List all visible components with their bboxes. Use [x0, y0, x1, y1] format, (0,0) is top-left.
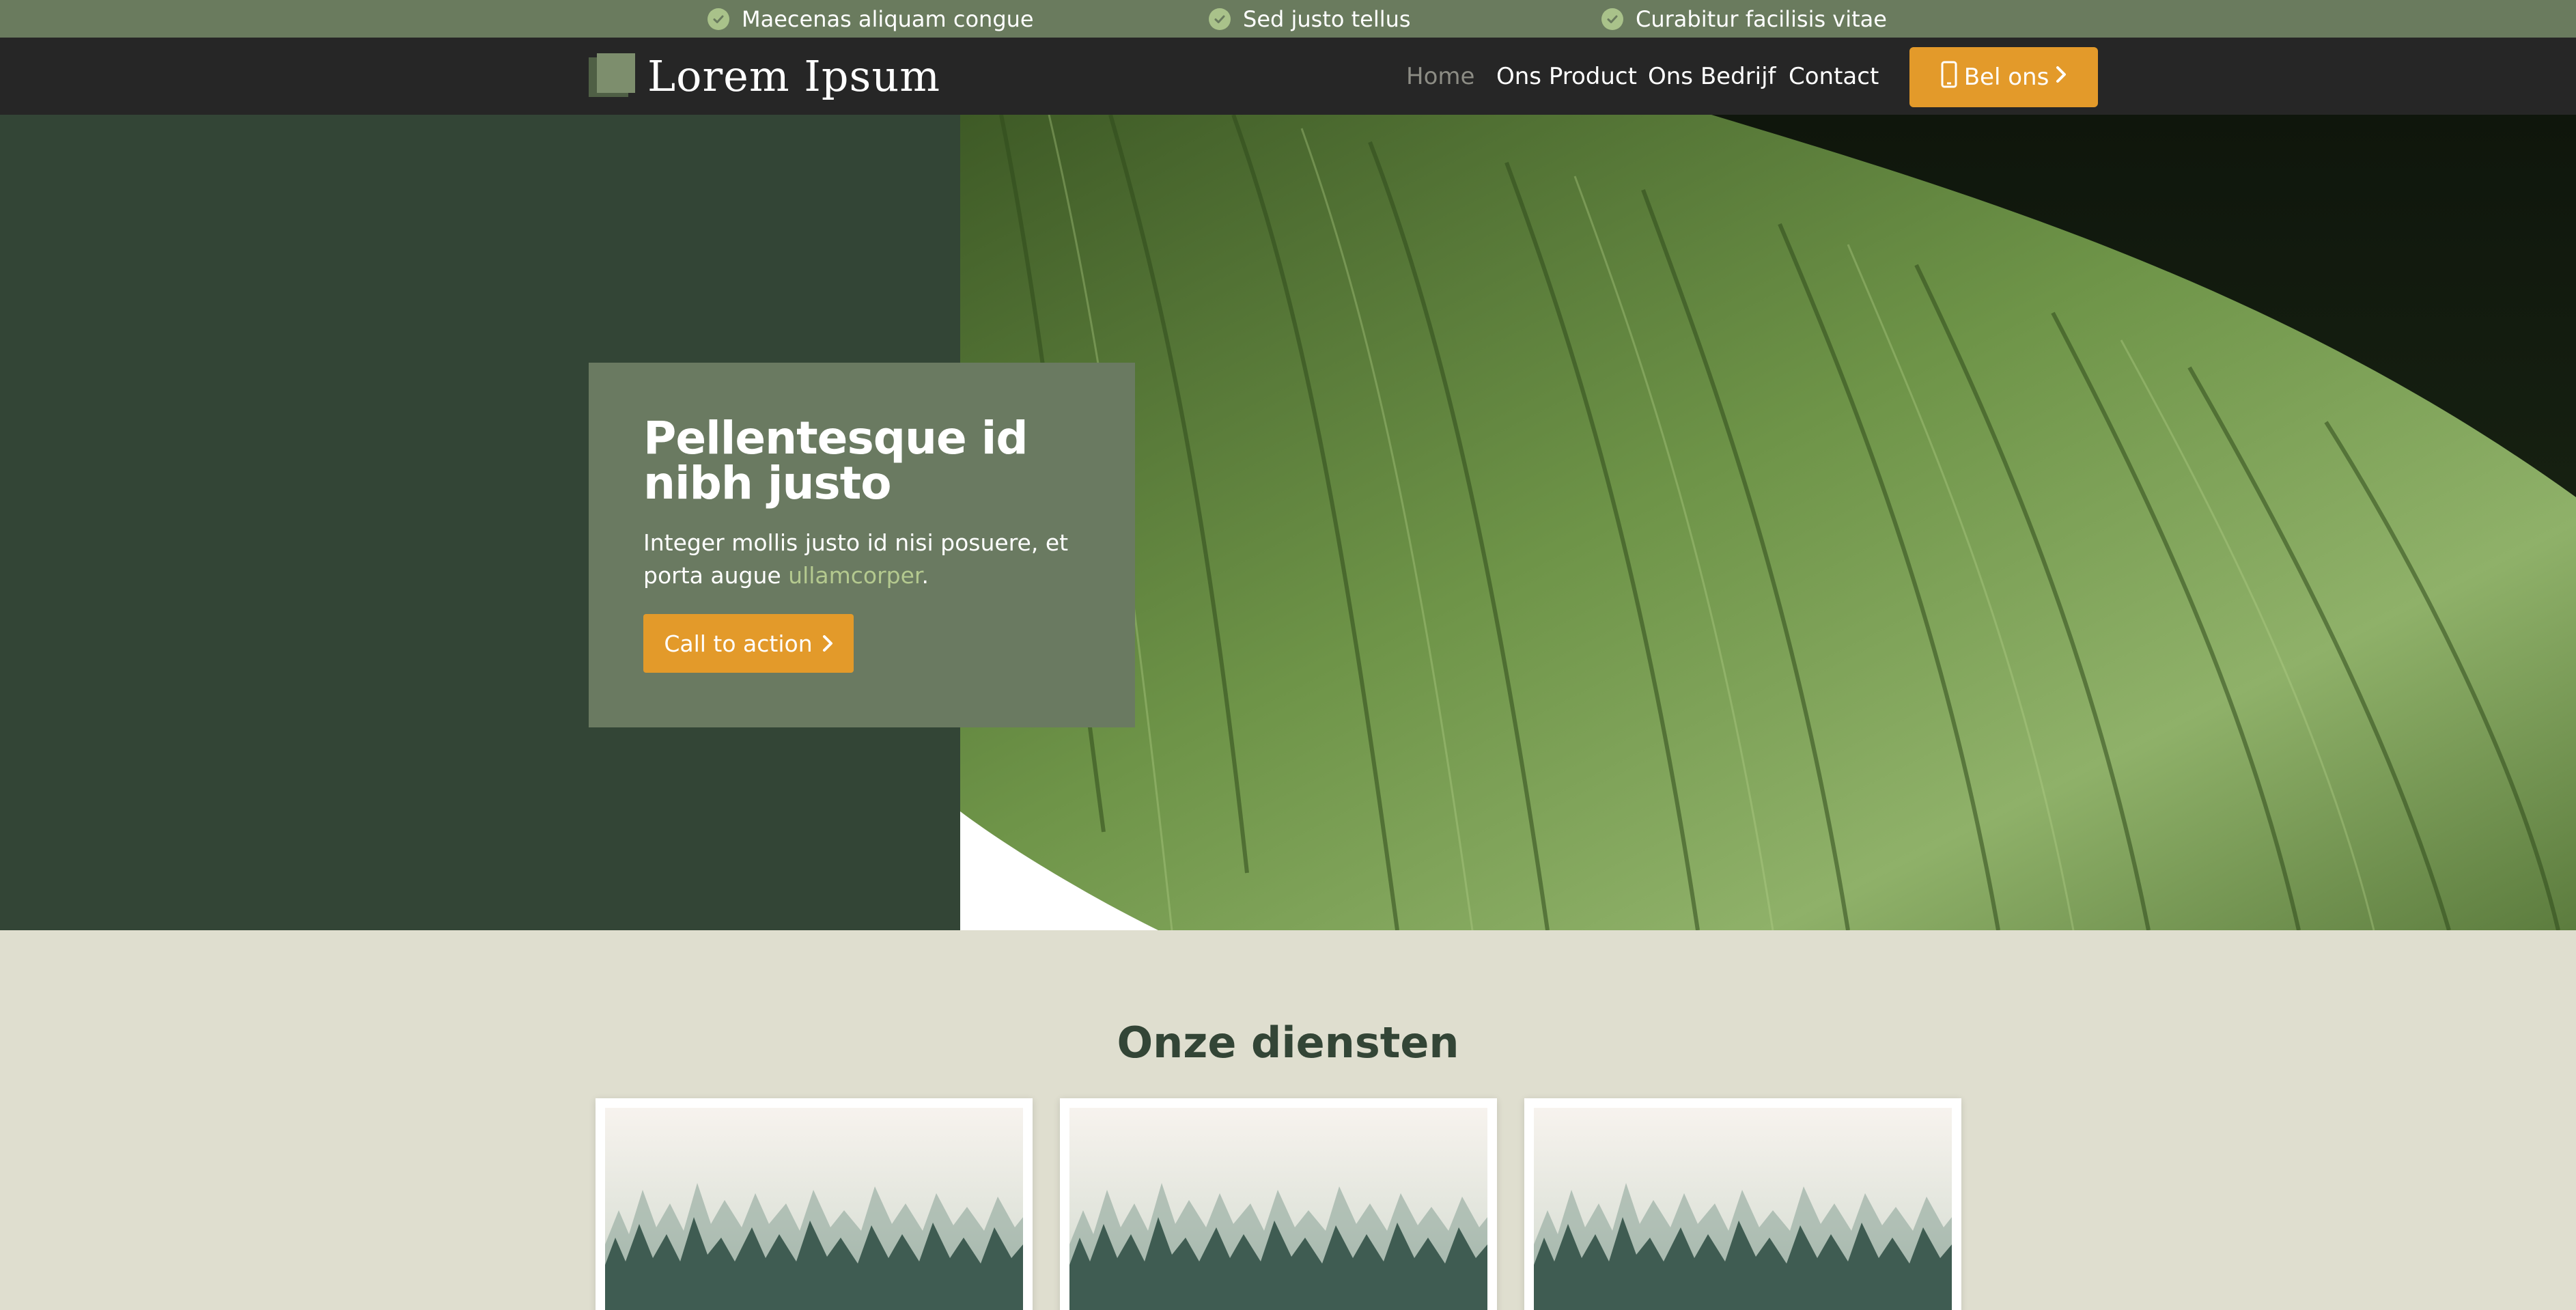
nav-contact[interactable]: Contact [1789, 63, 1879, 90]
leaf-image [960, 115, 2576, 930]
hero-text: Integer mollis justo id nisi posuere, et… [643, 527, 1080, 592]
hero-text-end: . [921, 562, 929, 589]
service-card[interactable] [1524, 1098, 1961, 1310]
call-to-action-button[interactable]: Call to action [643, 614, 854, 673]
check-circle-icon [1601, 8, 1623, 30]
misty-forest-image [1534, 1108, 1952, 1310]
service-card[interactable] [596, 1098, 1033, 1310]
usp-label: Maecenas aliquam congue [742, 5, 1034, 32]
check-circle-icon [708, 8, 729, 30]
chevron-right-icon [2056, 61, 2067, 94]
usp-label: Curabitur facilisis vitae [1636, 5, 1887, 32]
nav-home[interactable]: Home [1406, 63, 1474, 90]
hero-title: Pellentesque id nibh justo [643, 412, 1028, 510]
usp-bar: Maecenas aliquam congue Sed justo tellus… [0, 0, 2576, 38]
hero-card: Pellentesque id nibh justo Integer molli… [589, 363, 1135, 727]
call-to-action-label: Call to action [664, 630, 813, 657]
hero-link[interactable]: ullamcorper [788, 562, 921, 589]
nav-ons-product[interactable]: Ons Product [1496, 63, 1637, 90]
logo[interactable]: Lorem Ipsum [589, 51, 941, 101]
misty-forest-image [1069, 1108, 1487, 1310]
call-us-label: Bel ons [1963, 64, 2049, 91]
logo-mark-icon [589, 53, 636, 98]
site-header: Lorem Ipsum Home Ons Product Ons Bedrijf… [0, 38, 2576, 115]
usp-item: Sed justo tellus [1209, 0, 1411, 38]
misty-forest-image [605, 1108, 1023, 1310]
usp-item: Maecenas aliquam congue [708, 0, 1034, 38]
chevron-right-icon [822, 630, 833, 657]
service-card[interactable] [1060, 1098, 1497, 1310]
check-circle-icon [1209, 8, 1231, 30]
nav-ons-bedrijf[interactable]: Ons Bedrijf [1648, 63, 1776, 90]
logo-text: Lorem Ipsum [647, 51, 941, 101]
phone-icon [1941, 61, 1957, 94]
usp-label: Sed justo tellus [1243, 5, 1411, 32]
call-us-button[interactable]: Bel ons [1909, 47, 2098, 107]
services-title: Onze diensten [1117, 1018, 1459, 1068]
usp-item: Curabitur facilisis vitae [1601, 0, 1887, 38]
